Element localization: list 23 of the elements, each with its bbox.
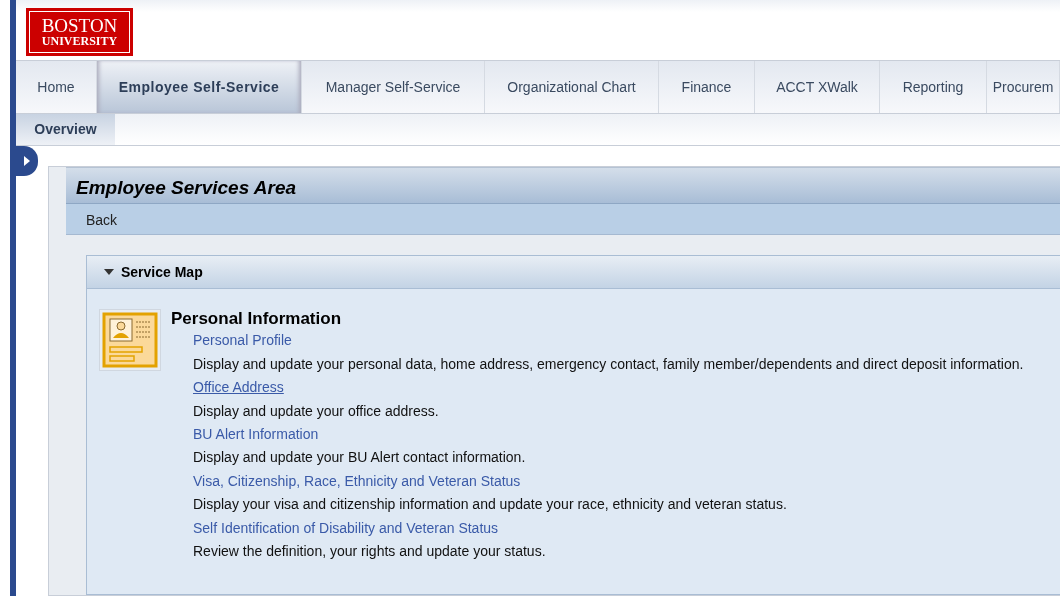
service-description: Display and update your office address. — [193, 401, 440, 421]
university-logo: BOSTON UNIVERSITY — [26, 8, 133, 56]
tab[interactable]: Employee Self-Service — [97, 61, 302, 113]
back-link[interactable]: Back — [86, 212, 118, 228]
service-link[interactable]: Personal Profile — [193, 332, 292, 349]
tab[interactable]: Procurem — [987, 61, 1060, 113]
page-title: Employee Services Area — [66, 167, 1060, 203]
tab[interactable]: Reporting — [880, 61, 987, 113]
tab[interactable]: Finance — [659, 61, 755, 113]
tab[interactable]: Manager Self-Service — [302, 61, 485, 113]
tab[interactable]: Organizational Chart — [485, 61, 659, 113]
service-link[interactable]: Visa, Citizenship, Race, Ethnicity and Veteran Status — [193, 472, 521, 489]
service-link[interactable]: BU Alert Information — [193, 426, 319, 442]
tab[interactable]: ACCT XWalk — [755, 61, 880, 113]
service-description: Review the definition, your rights and update your status. — [193, 542, 547, 562]
service-link[interactable]: Office Address — [193, 379, 284, 396]
service-description: Display and update your personal data, home address, emergency contact, family member/dependents and direct deposit information. — [193, 354, 1024, 374]
section-heading: Personal Information — [171, 309, 343, 330]
service-link[interactable]: Self Identification of Disability and Veteran Status — [193, 519, 499, 536]
subtab[interactable]: Overview — [16, 114, 115, 145]
service-description: Display and update your BU Alert contact information. — [193, 448, 527, 468]
service-map-toggle[interactable]: Service Map — [103, 261, 203, 283]
service-description: Display your visa and citizenship information and update your race, ethnicity and veteran status. — [193, 495, 788, 515]
